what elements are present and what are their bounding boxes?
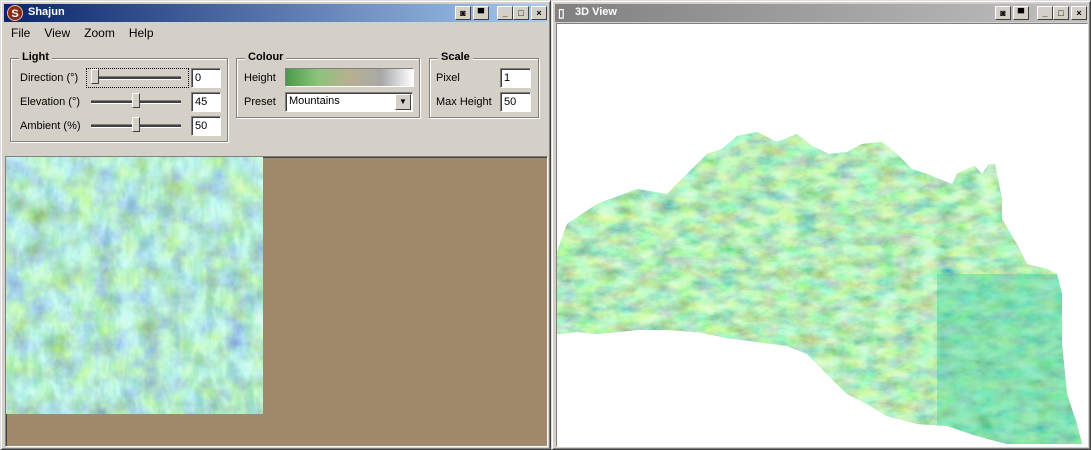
elevation-slider-thumb[interactable]	[132, 93, 140, 108]
direction-label: Direction (°)	[20, 72, 79, 84]
pixel-field[interactable]	[500, 68, 531, 88]
light-group-title: Light	[19, 51, 52, 63]
ambient-field[interactable]	[191, 116, 221, 136]
colour-group: Colour Height Preset Mountains ▼	[236, 51, 420, 118]
light-group: Light Direction (°) Elevation (°) Ambien…	[10, 51, 228, 142]
preset-label: Preset	[244, 96, 276, 108]
minimize-button[interactable]: _	[497, 6, 513, 20]
minimize-button[interactable]: _	[1037, 6, 1053, 20]
document-icon[interactable]: ▯	[558, 5, 572, 21]
direction-slider[interactable]	[91, 69, 181, 87]
scale-group-title: Scale	[438, 51, 473, 63]
height-gradient-label: Height	[244, 72, 276, 84]
ambient-slider-thumb[interactable]	[132, 117, 140, 132]
elevation-label: Elevation (°)	[20, 96, 81, 108]
3d-view-title-bar[interactable]: ▯ 3D View ◙ ▀ _ □ ×	[555, 4, 1087, 22]
close-button[interactable]: ×	[531, 6, 547, 20]
elevation-field[interactable]	[191, 92, 221, 112]
preset-dropdown[interactable]: Mountains ▼	[285, 92, 413, 112]
max-height-label: Max Height	[436, 96, 492, 108]
maximize-button[interactable]: □	[1053, 6, 1069, 20]
direction-field[interactable]	[191, 68, 221, 88]
heightmap-canvas-area[interactable]	[5, 156, 548, 447]
height-colour-gradient[interactable]	[285, 68, 414, 87]
extra-button-1[interactable]: ◙	[455, 6, 471, 20]
scale-group: Scale Pixel Max Height	[429, 51, 539, 118]
direction-slider-thumb[interactable]	[91, 69, 99, 84]
colour-group-title: Colour	[245, 51, 287, 63]
ambient-slider[interactable]	[91, 117, 181, 135]
max-height-field[interactable]	[500, 92, 531, 112]
pixel-label: Pixel	[436, 72, 460, 84]
menu-zoom[interactable]: Zoom	[77, 23, 122, 41]
menu-file[interactable]: File	[4, 23, 37, 41]
menu-bar: File View Zoom Help	[4, 23, 547, 42]
main-window: S Shajun ◙ ▀ _ □ × File View Zoom Help Ligh…	[0, 0, 551, 450]
direction-slider-track	[91, 76, 181, 80]
maximize-button[interactable]: □	[513, 6, 529, 20]
3d-view-title: 3D View	[575, 6, 617, 18]
menu-view[interactable]: View	[37, 23, 77, 41]
extra-button-2[interactable]: ▀	[1013, 6, 1029, 20]
menu-help[interactable]: Help	[122, 23, 161, 41]
extra-button-1[interactable]: ◙	[995, 6, 1011, 20]
3d-view-window: ▯ 3D View ◙ ▀ _ □ ×	[551, 0, 1091, 450]
close-button[interactable]: ×	[1071, 6, 1087, 20]
app-logo-icon[interactable]: S	[7, 5, 23, 21]
heightmap-image[interactable]	[6, 157, 263, 414]
preset-value: Mountains	[289, 95, 340, 107]
3d-terrain-render[interactable]	[557, 24, 1087, 446]
chevron-down-icon[interactable]: ▼	[395, 94, 411, 110]
ambient-label: Ambient (%)	[20, 120, 81, 132]
main-title-bar[interactable]: S Shajun ◙ ▀ _ □ ×	[4, 4, 547, 22]
3d-render-area[interactable]	[556, 23, 1088, 447]
elevation-slider[interactable]	[91, 93, 181, 111]
main-window-title: Shajun	[28, 6, 65, 18]
extra-button-2[interactable]: ▀	[473, 6, 489, 20]
